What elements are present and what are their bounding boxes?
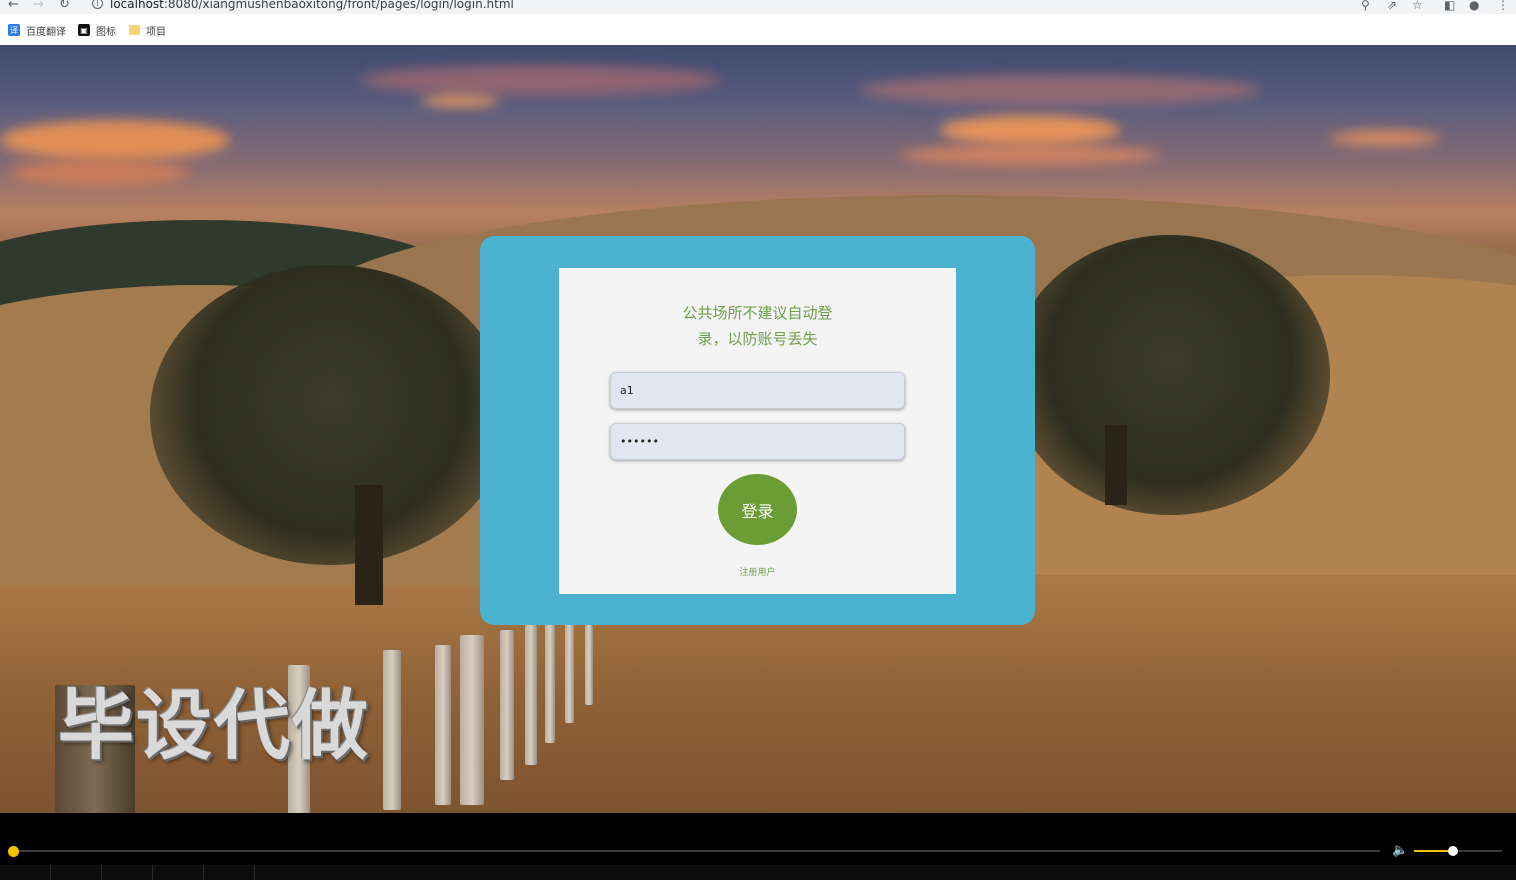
back-arrow-icon[interactable]: ← (8, 0, 19, 12)
bookmarks-bar: 译 百度翻译 ▣ 图标 项目 (0, 20, 1516, 40)
login-notice: 公共场所不建议自动登 录，以防账号丢失 (682, 304, 833, 348)
player-control-slot[interactable] (204, 865, 255, 880)
bookmark-projects[interactable]: 项目 (129, 23, 166, 38)
folder-icon (129, 25, 140, 35)
cloud (900, 145, 1160, 165)
image-icon: ▣ (78, 24, 90, 36)
cloud (10, 160, 190, 185)
side-panel-icon[interactable]: ◧ (1444, 0, 1455, 12)
bookmark-icons[interactable]: ▣ 图标 (78, 23, 116, 38)
fence-post (383, 650, 401, 810)
share-icon[interactable]: ⇗ (1387, 0, 1397, 12)
password-key-icon[interactable]: ⚲ (1361, 0, 1370, 12)
player-controls-strip (0, 865, 1516, 880)
menu-dots-icon[interactable]: ⋮ (1497, 0, 1509, 12)
address-row: ← → ↻ i localhost:8080/xiangmushenbaoxit… (0, 0, 1516, 14)
login-button[interactable]: 登录 (718, 474, 797, 545)
player-control-slot[interactable] (102, 865, 153, 880)
cloud (0, 120, 230, 160)
fence-post (565, 623, 574, 723)
bookmark-star-icon[interactable]: ☆ (1412, 0, 1423, 12)
tree (150, 265, 510, 565)
translate-icon: 译 (8, 24, 20, 36)
video-player-bar: 🔈 (0, 813, 1516, 880)
volume-icon[interactable]: 🔈 (1392, 843, 1408, 858)
password-input[interactable] (610, 423, 905, 460)
fence-post (500, 630, 514, 780)
profile-avatar-icon[interactable]: ● (1469, 0, 1479, 12)
register-link[interactable]: 注册用户 (559, 565, 956, 578)
watermark-text: 毕设代做 (58, 681, 370, 770)
volume-fill (1414, 850, 1450, 852)
cloud (1330, 130, 1440, 146)
tree (1010, 235, 1330, 515)
username-input[interactable] (610, 372, 905, 409)
volume-knob[interactable] (1448, 846, 1458, 856)
address-bar[interactable]: i localhost:8080/xiangmushenbaoxitong/fr… (88, 0, 1348, 14)
cloud (940, 115, 1120, 145)
browser-chrome: ← → ↻ i localhost:8080/xiangmushenbaoxit… (0, 0, 1516, 45)
fence-post (585, 625, 593, 705)
fence-post (460, 635, 484, 805)
player-control-slot[interactable] (153, 865, 204, 880)
progress-knob[interactable] (8, 846, 19, 857)
fence-post (435, 645, 451, 805)
forward-arrow-icon[interactable]: → (33, 0, 44, 12)
player-control-slot[interactable] (0, 865, 51, 880)
player-control-slot[interactable] (51, 865, 102, 880)
tree-trunk (1105, 425, 1127, 505)
bookmark-baidu-translate[interactable]: 译 百度翻译 (8, 23, 66, 38)
cloud (420, 95, 500, 107)
url-text[interactable]: localhost:8080/xiangmushenbaoxitong/fron… (110, 0, 514, 11)
progress-track[interactable] (14, 850, 1380, 852)
reload-icon[interactable]: ↻ (59, 0, 70, 12)
fence-post (525, 625, 537, 765)
tree-trunk (355, 485, 383, 605)
cloud (360, 65, 720, 95)
site-info-icon[interactable]: i (92, 0, 103, 9)
fence-post (545, 623, 555, 743)
cloud (860, 75, 1260, 105)
